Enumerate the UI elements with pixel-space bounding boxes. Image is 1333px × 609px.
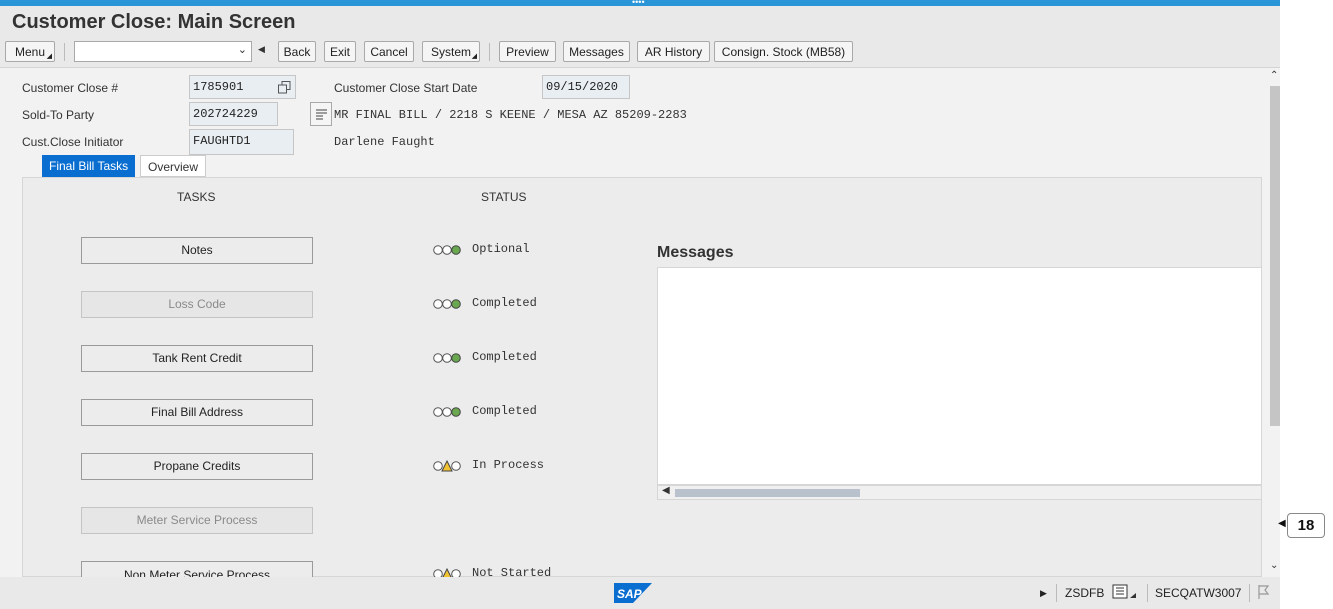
dropdown-corner-icon: ◢ bbox=[471, 53, 477, 60]
back-button[interactable]: Back bbox=[278, 41, 316, 62]
close-number-label: Customer Close # bbox=[22, 81, 119, 95]
messages-title: Messages bbox=[657, 244, 734, 261]
title-bar: Customer Close: Main Screen bbox=[0, 6, 1280, 38]
toolbar: Menu ◢ ⌄ ◀ Back Exit Cancel System ◢ Previ… bbox=[0, 38, 1280, 68]
sap-logo-text: SAP bbox=[617, 587, 643, 601]
notes-task-button[interactable]: Notes bbox=[81, 237, 313, 264]
flag-icon[interactable] bbox=[1256, 584, 1272, 600]
copy-icon[interactable] bbox=[278, 81, 291, 94]
status-light-green-icon bbox=[433, 353, 461, 363]
initiator-field[interactable]: FAUGHTD1 bbox=[189, 129, 294, 155]
system-button-label: System bbox=[430, 45, 471, 59]
loss-code-status: Completed bbox=[472, 296, 537, 310]
sold-to-address: MR FINAL BILL / 2218 S KEENE / MESA AZ 8… bbox=[334, 108, 687, 122]
scrollbar-thumb[interactable] bbox=[1270, 86, 1280, 426]
tab-overview[interactable]: Overview bbox=[140, 155, 207, 177]
notes-status: Optional bbox=[472, 242, 530, 256]
toolbar-divider bbox=[489, 43, 490, 61]
status-divider bbox=[1056, 584, 1057, 602]
command-field[interactable]: ⌄ bbox=[74, 41, 252, 62]
cancel-button[interactable]: Cancel bbox=[364, 41, 414, 62]
status-divider bbox=[1147, 584, 1148, 602]
status-column-header: STATUS bbox=[481, 190, 527, 204]
initiator-name: Darlene Faught bbox=[334, 135, 435, 149]
tank-rent-credit-status: Completed bbox=[472, 350, 537, 364]
tank-rent-credit-task-button[interactable]: Tank Rent Credit bbox=[81, 345, 313, 372]
consign-stock-button[interactable]: Consign. Stock (MB58) bbox=[714, 41, 853, 62]
window-drag-handle[interactable]: •••• bbox=[632, 0, 645, 7]
status-light-green-icon bbox=[433, 407, 461, 417]
exit-button[interactable]: Exit bbox=[324, 41, 356, 62]
transaction-code: ZSDFB bbox=[1065, 586, 1105, 600]
sap-logo: SAP bbox=[614, 583, 652, 603]
menu-button[interactable]: Menu ◢ bbox=[5, 41, 55, 62]
system-name: SECQATW3007 bbox=[1155, 586, 1242, 600]
expand-status-icon[interactable]: ▶ bbox=[1040, 588, 1047, 599]
badge-pointer-icon: ◀ bbox=[1278, 518, 1286, 529]
loss-code-task-button: Loss Code bbox=[81, 291, 313, 318]
sold-to-label: Sold-To Party bbox=[22, 108, 95, 122]
page-title: Customer Close: Main Screen bbox=[12, 11, 296, 33]
ar-history-button[interactable]: AR History bbox=[637, 41, 710, 62]
submit-command-icon[interactable]: ◀ bbox=[258, 44, 265, 55]
messages-horizontal-scrollbar[interactable]: ◀ bbox=[657, 485, 1262, 500]
details-icon bbox=[316, 109, 327, 120]
tab-final-bill-tasks[interactable]: Final Bill Tasks bbox=[42, 155, 136, 177]
messages-box[interactable] bbox=[657, 267, 1262, 485]
status-light-yellow-icon bbox=[433, 568, 461, 577]
preview-button[interactable]: Preview bbox=[499, 41, 556, 62]
start-date-field[interactable]: 09/15/2020 bbox=[542, 75, 630, 99]
messages-button[interactable]: Messages bbox=[563, 41, 630, 62]
scroll-left-icon[interactable]: ◀ bbox=[662, 485, 670, 496]
session-info-icon[interactable] bbox=[1112, 584, 1138, 600]
status-light-yellow-icon bbox=[433, 460, 461, 472]
start-date-label: Customer Close Start Date bbox=[334, 81, 478, 95]
sold-to-field[interactable]: 202724229 bbox=[189, 102, 278, 126]
address-details-button[interactable] bbox=[310, 102, 332, 126]
system-button[interactable]: System ◢ bbox=[422, 41, 480, 62]
final-bill-address-task-button[interactable]: Final Bill Address bbox=[81, 399, 313, 426]
propane-credits-status: In Process bbox=[472, 458, 545, 472]
initiator-label: Cust.Close Initiator bbox=[22, 135, 124, 149]
scroll-up-icon[interactable]: ⌃ bbox=[1270, 70, 1278, 81]
scrollbar-thumb[interactable] bbox=[675, 489, 860, 497]
non-meter-service-process-task-button[interactable]: Non Meter Service Process bbox=[81, 561, 313, 577]
meter-service-process-task-button: Meter Service Process bbox=[81, 507, 313, 534]
menu-button-label: Menu bbox=[14, 45, 46, 59]
propane-credits-task-button[interactable]: Propane Credits bbox=[81, 453, 313, 480]
final-bill-address-status: Completed bbox=[472, 404, 537, 418]
close-number-field[interactable]: 1785901 bbox=[189, 75, 296, 99]
toolbar-divider bbox=[64, 43, 65, 61]
vertical-scrollbar[interactable]: ⌃ ⌄ bbox=[1270, 68, 1280, 577]
tasks-column-header: TASKS bbox=[177, 190, 216, 204]
status-light-green-icon bbox=[433, 299, 461, 309]
close-number-value: 1785901 bbox=[193, 80, 244, 94]
chevron-down-icon[interactable]: ⌄ bbox=[238, 43, 247, 56]
dropdown-corner-icon: ◢ bbox=[46, 53, 52, 60]
scroll-down-icon[interactable]: ⌄ bbox=[1270, 560, 1278, 571]
status-divider bbox=[1249, 584, 1250, 602]
status-light-green-icon bbox=[433, 245, 461, 255]
notification-count-badge[interactable]: 18 bbox=[1287, 513, 1325, 538]
